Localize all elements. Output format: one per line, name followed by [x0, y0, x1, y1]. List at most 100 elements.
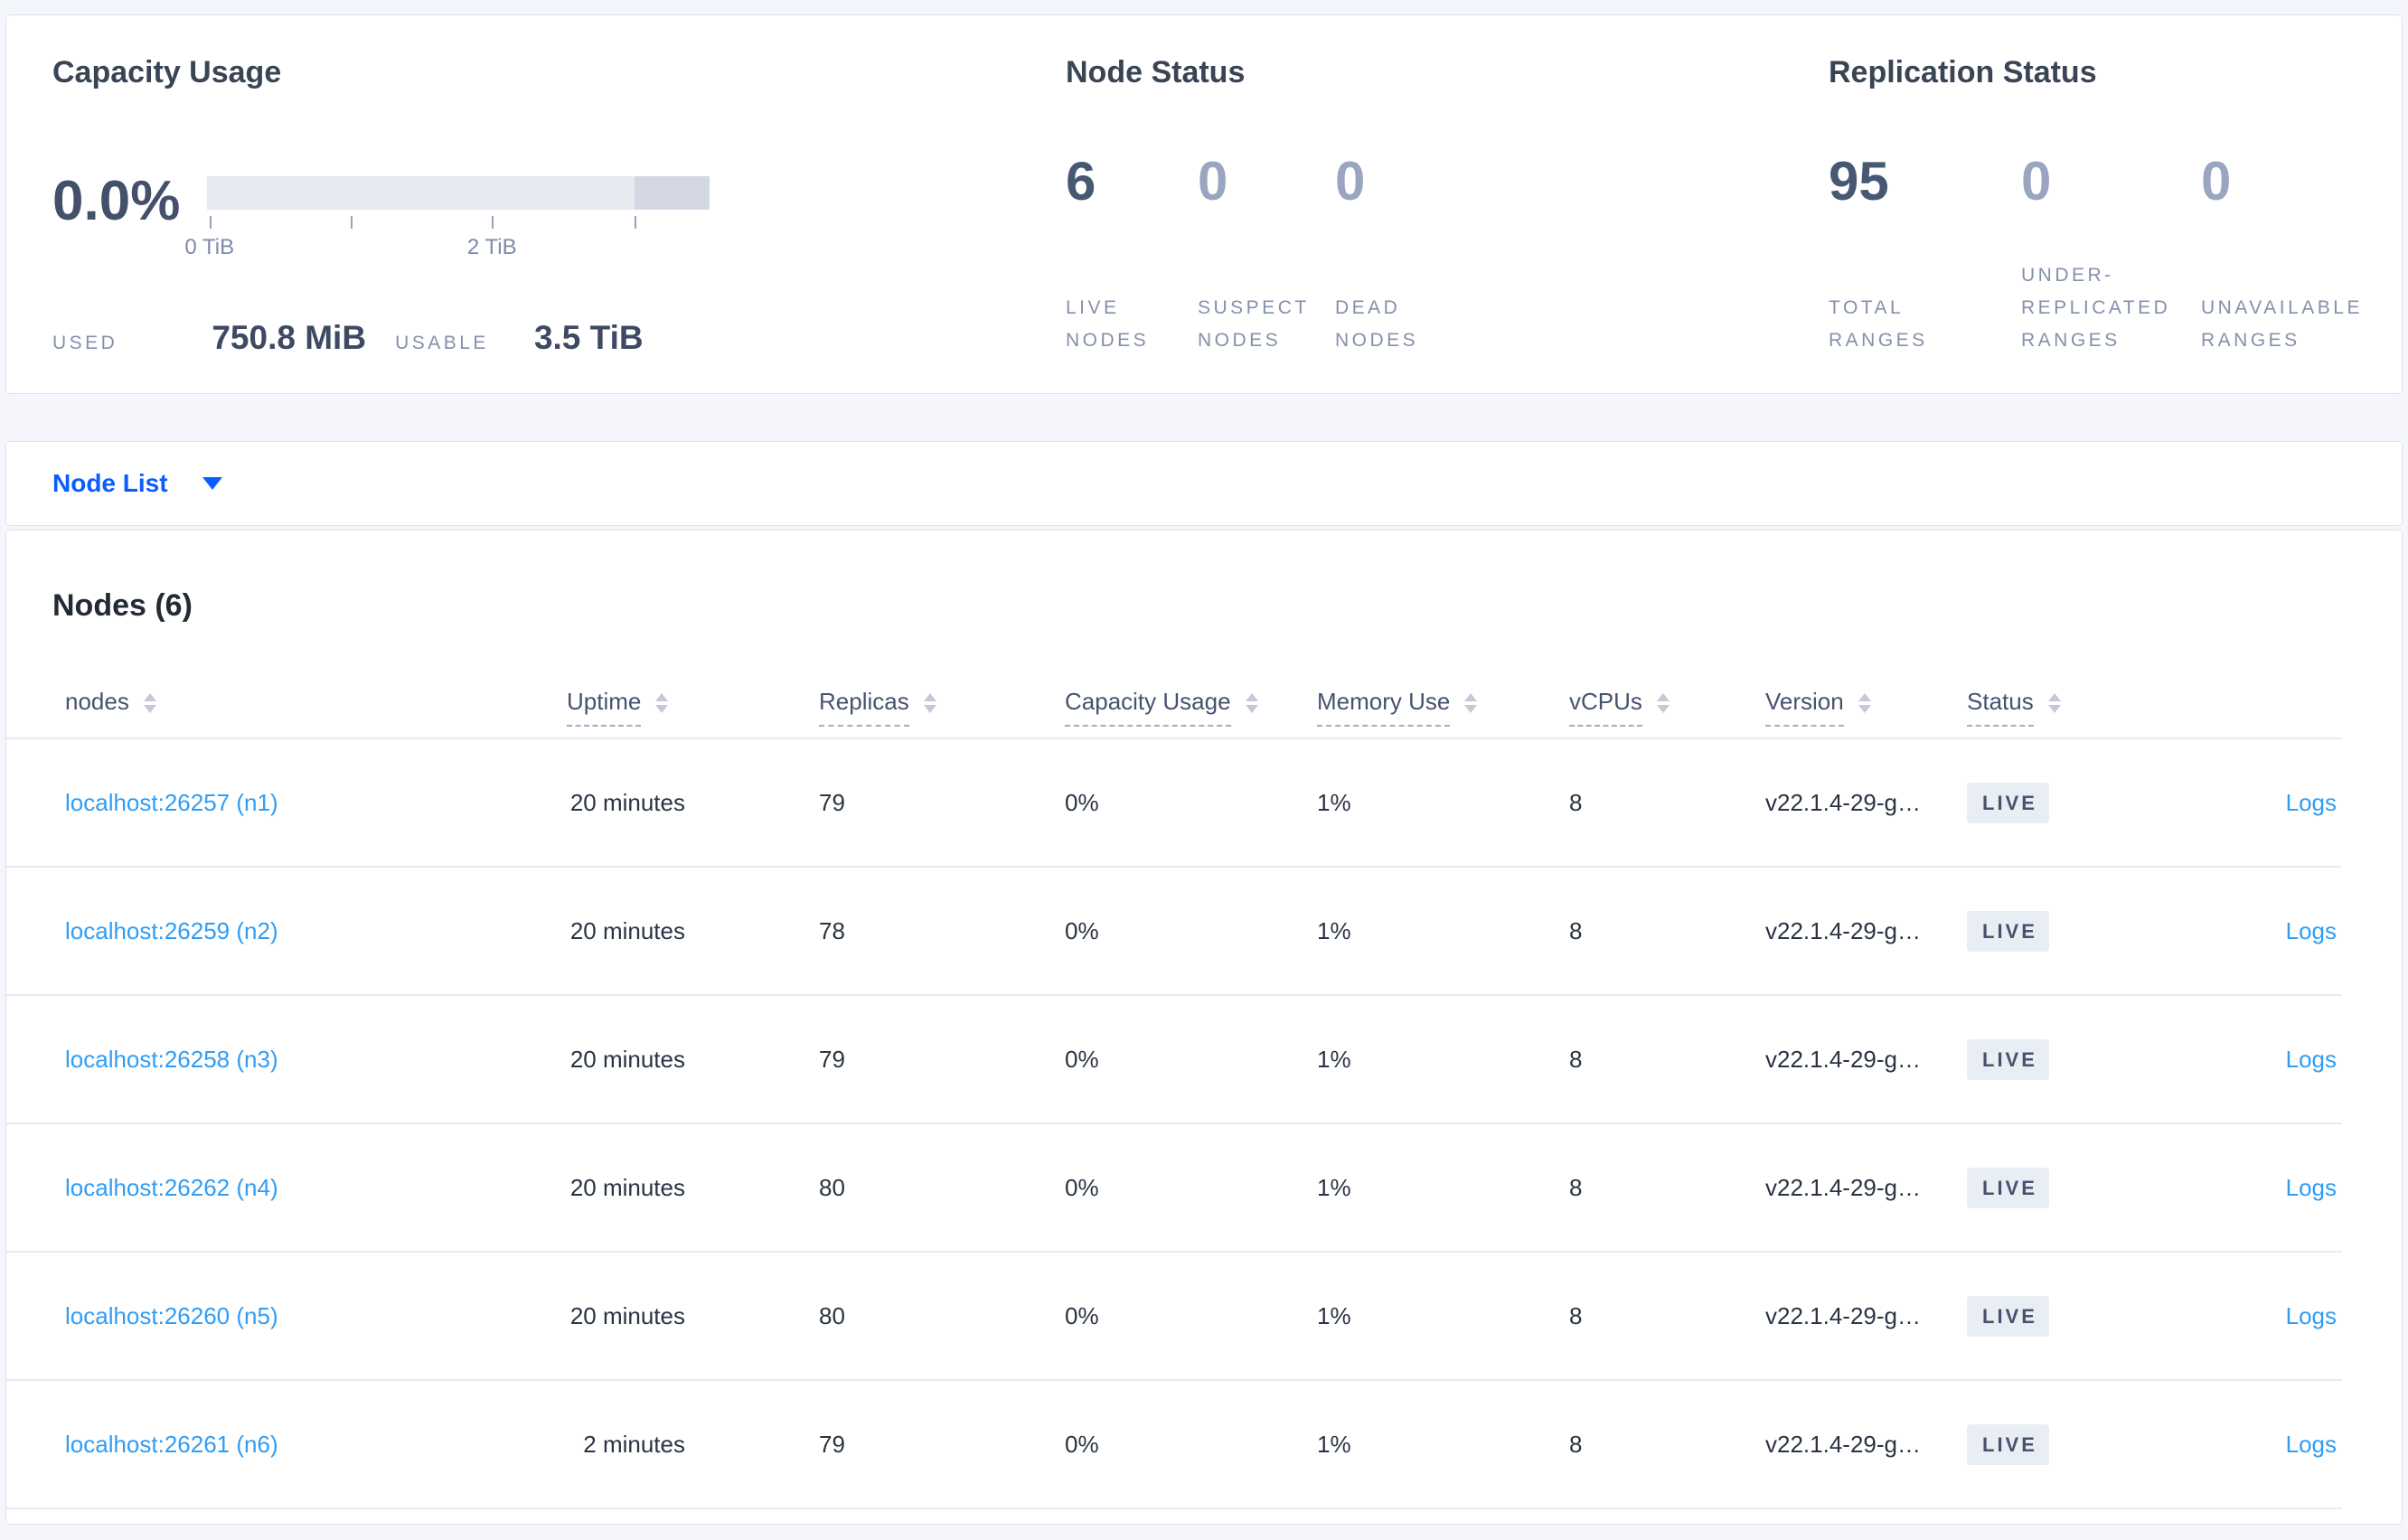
replication-status-panel: Replication Status 95 TOTAL RANGES 0 UND… — [1829, 53, 2366, 357]
nodes-card: Nodes (6) nodes Uptime Replicas Capacity… — [5, 530, 2403, 1525]
vcpus-cell: 8 — [1569, 1123, 1765, 1253]
replicas-cell: 78 — [819, 867, 1065, 996]
logs-link[interactable]: Logs — [2286, 917, 2337, 944]
column-header-capacity-usage[interactable]: Capacity Usage — [1065, 673, 1317, 739]
table-row: localhost:26258 (n3) 20 minutes 79 0% 1%… — [6, 995, 2342, 1124]
capacity-usage-cell: 0% — [1065, 1380, 1317, 1509]
column-header-uptime[interactable]: Uptime — [567, 673, 819, 739]
replicas-cell: 80 — [819, 1123, 1065, 1253]
version-cell: v22.1.4-29-g… — [1765, 738, 1967, 868]
version-cell: v22.1.4-29-g… — [1765, 995, 1967, 1124]
uptime-cell: 20 minutes — [569, 1045, 685, 1073]
node-status-panel: Node Status 6 LIVE NODES 0 SUSPECT NODES… — [1066, 53, 1829, 357]
under-replicated-ranges-label: UNDER- REPLICATED RANGES — [2021, 265, 2171, 351]
axis-tick-label: 0 TiB — [184, 235, 235, 259]
replicas-cell: 79 — [819, 995, 1065, 1124]
status-badge: LIVE — [1967, 1167, 2049, 1208]
axis-tick — [351, 216, 353, 229]
usable-label: USABLE — [395, 333, 489, 353]
logs-link[interactable]: Logs — [2286, 1431, 2337, 1458]
capacity-usage-cell: 0% — [1065, 1252, 1317, 1381]
uptime-cell: 20 minutes — [569, 788, 685, 816]
cluster-summary-card: Capacity Usage 0.0% 0 TiB 2 TiB USED 750… — [5, 14, 2403, 394]
table-row: localhost:26259 (n2) 20 minutes 78 0% 1%… — [6, 867, 2342, 996]
capacity-percent: 0.0% — [52, 170, 181, 232]
status-badge: LIVE — [1967, 1038, 2049, 1080]
logs-link[interactable]: Logs — [2286, 1046, 2337, 1073]
uptime-cell: 20 minutes — [569, 916, 685, 944]
replicas-cell: 79 — [819, 738, 1065, 868]
version-cell: v22.1.4-29-g… — [1765, 1123, 1967, 1253]
total-ranges-label: TOTAL RANGES — [1829, 297, 1928, 351]
capacity-usage-title: Capacity Usage — [52, 55, 282, 89]
logs-link[interactable]: Logs — [2286, 789, 2337, 816]
total-ranges-stat: 95 TOTAL RANGES — [1829, 91, 2021, 357]
node-link[interactable]: localhost:26257 (n1) — [65, 789, 278, 816]
status-badge: LIVE — [1967, 910, 2049, 952]
suspect-nodes-stat: 0 SUSPECT NODES — [1198, 91, 1335, 357]
capacity-bar-reserved-segment — [634, 176, 710, 210]
sort-icon — [1464, 692, 1478, 713]
memory-use-cell: 1% — [1317, 1123, 1569, 1253]
status-badge: LIVE — [1967, 782, 2049, 823]
total-ranges-count: 95 — [1829, 151, 1889, 211]
node-link[interactable]: localhost:26262 (n4) — [65, 1174, 278, 1201]
under-replicated-ranges-stat: 0 UNDER- REPLICATED RANGES — [2021, 91, 2201, 357]
axis-tick — [634, 216, 636, 229]
unavailable-ranges-label: UNAVAILABLE RANGES — [2201, 297, 2363, 351]
sort-icon — [1656, 692, 1670, 713]
memory-use-cell: 1% — [1317, 1252, 1569, 1381]
uptime-cell: 2 minutes — [583, 1430, 685, 1458]
node-link[interactable]: localhost:26261 (n6) — [65, 1431, 278, 1458]
dead-nodes-label: DEAD NODES — [1335, 297, 1419, 351]
memory-use-cell: 1% — [1317, 867, 1569, 996]
capacity-usage-cell: 0% — [1065, 995, 1317, 1124]
axis-tick-label: 2 TiB — [466, 235, 517, 259]
axis-tick — [492, 216, 494, 229]
replicas-cell: 80 — [819, 1252, 1065, 1381]
vcpus-cell: 8 — [1569, 995, 1765, 1124]
capacity-axis: 0 TiB 2 TiB — [184, 210, 710, 264]
column-header-replicas[interactable]: Replicas — [819, 673, 1065, 739]
vcpus-cell: 8 — [1569, 867, 1765, 996]
sort-icon — [1858, 692, 1871, 713]
column-header-status[interactable]: Status — [1967, 673, 2195, 739]
capacity-usage-panel: Capacity Usage 0.0% 0 TiB 2 TiB USED 750… — [52, 53, 1066, 357]
memory-use-cell: 1% — [1317, 995, 1569, 1124]
vcpus-cell: 8 — [1569, 738, 1765, 868]
table-row: localhost:26262 (n4) 20 minutes 80 0% 1%… — [6, 1123, 2342, 1253]
logs-link[interactable]: Logs — [2286, 1174, 2337, 1201]
table-row: localhost:26260 (n5) 20 minutes 80 0% 1%… — [6, 1252, 2342, 1381]
node-list-dropdown-label: Node List — [52, 469, 168, 497]
suspect-nodes-count: 0 — [1198, 151, 1228, 211]
live-nodes-label: LIVE NODES — [1066, 297, 1150, 351]
logs-link[interactable]: Logs — [2286, 1302, 2337, 1329]
node-link[interactable]: localhost:26258 (n3) — [65, 1046, 278, 1073]
used-label: USED — [52, 333, 118, 353]
sort-icon — [1245, 692, 1258, 713]
replication-status-title: Replication Status — [1829, 55, 2097, 89]
capacity-bar — [207, 176, 710, 210]
table-header-row: nodes Uptime Replicas Capacity Usage Mem… — [6, 673, 2342, 739]
node-link[interactable]: localhost:26260 (n5) — [65, 1302, 278, 1329]
suspect-nodes-label: SUSPECT NODES — [1198, 297, 1310, 351]
unavailable-ranges-stat: 0 UNAVAILABLE RANGES — [2201, 91, 2363, 357]
table-row: localhost:26261 (n6) 2 minutes 79 0% 1% … — [6, 1380, 2342, 1509]
version-cell: v22.1.4-29-g… — [1765, 1252, 1967, 1381]
vcpus-cell: 8 — [1569, 1380, 1765, 1509]
under-replicated-ranges-count: 0 — [2021, 151, 2052, 211]
capacity-usage-cell: 0% — [1065, 1123, 1317, 1253]
table-row: localhost:26257 (n1) 20 minutes 79 0% 1%… — [6, 738, 2342, 868]
node-list-dropdown[interactable]: Node List — [52, 469, 222, 498]
status-badge: LIVE — [1967, 1423, 2049, 1465]
column-header-version[interactable]: Version — [1765, 673, 1967, 739]
node-link[interactable]: localhost:26259 (n2) — [65, 917, 278, 944]
column-header-nodes[interactable]: nodes — [6, 673, 567, 739]
node-status-title: Node Status — [1066, 55, 1246, 89]
column-header-vcpus[interactable]: vCPUs — [1569, 673, 1765, 739]
nodes-table: nodes Uptime Replicas Capacity Usage Mem… — [6, 673, 2342, 1509]
usable-value: 3.5 TiB — [533, 319, 644, 356]
chevron-down-icon — [202, 477, 222, 490]
column-header-memory-use[interactable]: Memory Use — [1317, 673, 1569, 739]
capacity-usage-cell: 0% — [1065, 867, 1317, 996]
